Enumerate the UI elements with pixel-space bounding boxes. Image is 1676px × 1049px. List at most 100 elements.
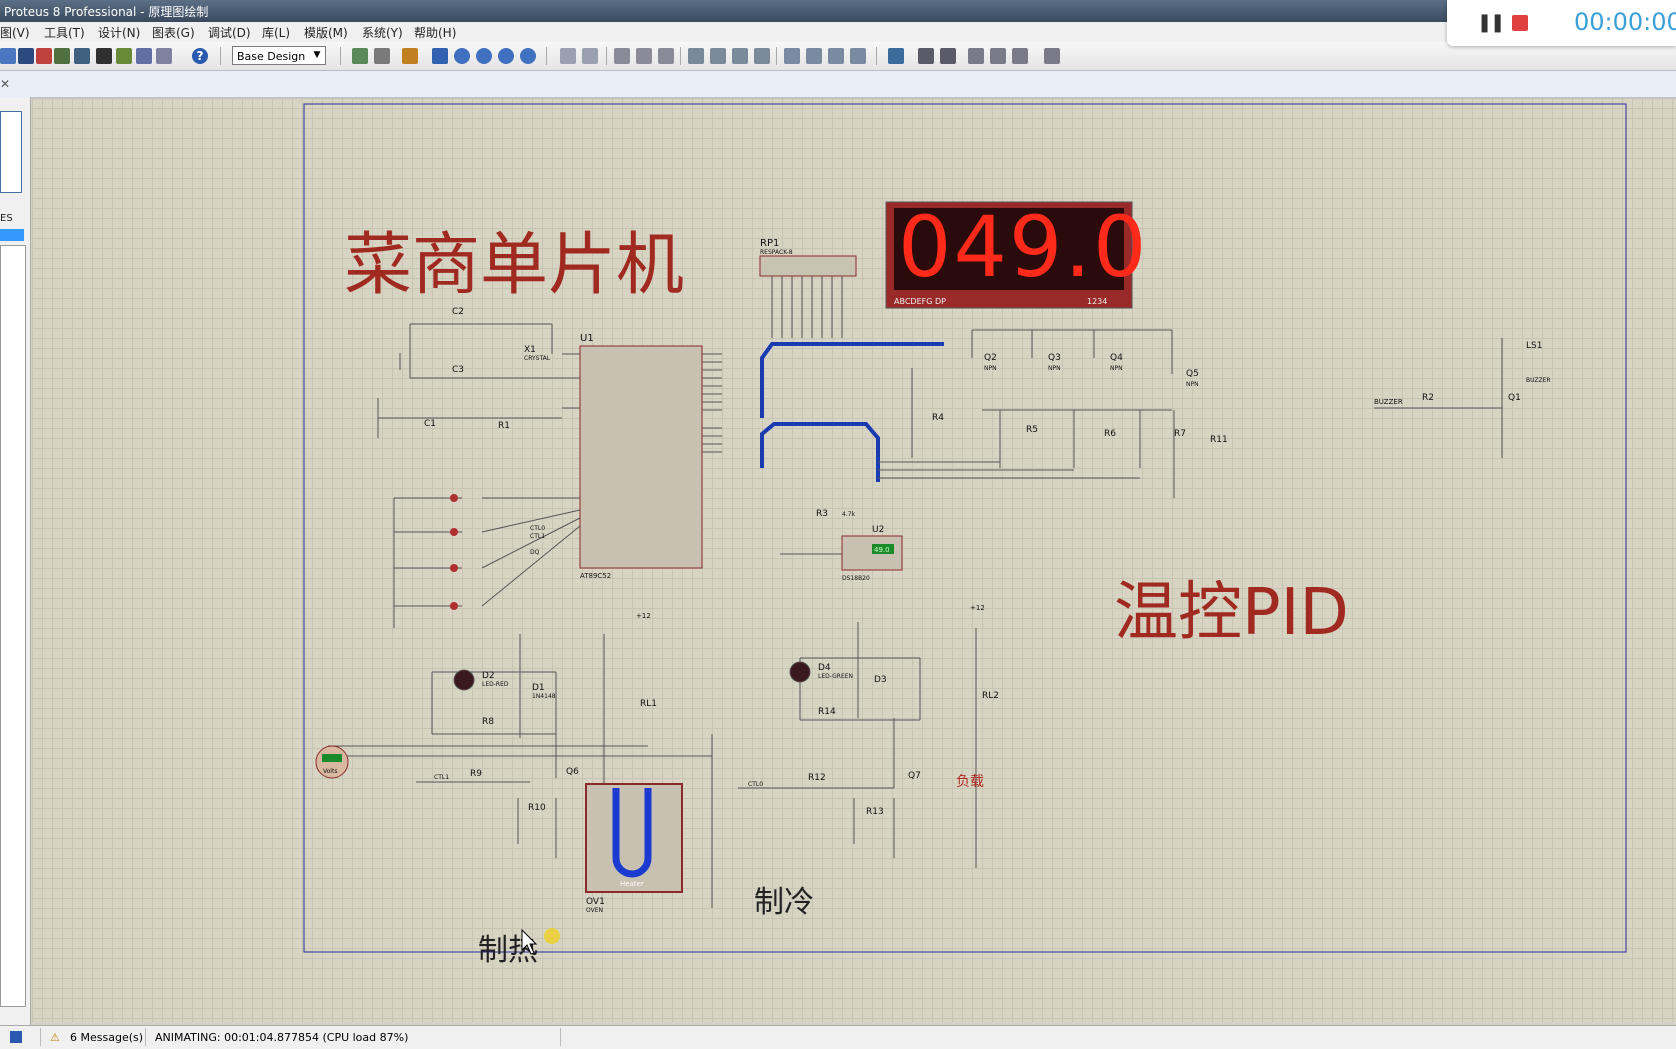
- message-count[interactable]: 6 Message(s): [70, 1031, 143, 1044]
- transistor-q5[interactable]: Q5 NPN: [1186, 369, 1199, 388]
- netlist-icon[interactable]: [136, 48, 152, 64]
- device-list[interactable]: [0, 245, 26, 1007]
- u2-reading: 49.0: [874, 546, 890, 554]
- q3-type: NPN: [1048, 365, 1061, 372]
- redo-icon[interactable]: [582, 48, 598, 64]
- exit-parent-icon[interactable]: [1012, 48, 1028, 64]
- cut-icon[interactable]: [614, 48, 630, 64]
- menu-tools[interactable]: 工具(T): [44, 24, 85, 41]
- pick-device-icon[interactable]: [784, 48, 800, 64]
- d2-ref: D2: [482, 671, 495, 681]
- mcu-u1[interactable]: U1 AT89C52: [562, 333, 722, 580]
- copy-icon[interactable]: [636, 48, 652, 64]
- overview-window[interactable]: [0, 111, 22, 193]
- wire-icon[interactable]: [0, 48, 16, 64]
- help-icon[interactable]: ?: [192, 48, 208, 64]
- schematic-canvas[interactable]: 菜商单片机 温控PID 制热 制冷 049.0 ABCDEFG DP 1234 …: [32, 98, 1676, 1022]
- block-rotate-icon[interactable]: [732, 48, 748, 64]
- refresh-icon[interactable]: [352, 48, 368, 64]
- resistor-pack-rp1[interactable]: RP1 RESPACK-8: [759, 238, 857, 338]
- seven-segment-display[interactable]: 049.0 ABCDEFG DP 1234: [885, 198, 1148, 309]
- zoom-in-icon[interactable]: [454, 48, 470, 64]
- menu-debug[interactable]: 调试(D): [208, 24, 251, 41]
- make-device-icon[interactable]: [806, 48, 822, 64]
- transistor-q2[interactable]: Q2 NPN: [984, 353, 997, 372]
- remove-sheet-icon[interactable]: [990, 48, 1006, 64]
- digit-drivers: [878, 329, 1175, 498]
- r2-ref: R2: [1422, 393, 1434, 403]
- page-icon[interactable]: [156, 48, 172, 64]
- design-select[interactable]: Base Design ▼: [232, 46, 326, 65]
- menu-bar: 图(V) 工具(T) 设计(N) 图表(G) 调试(D) 库(L) 模版(M) …: [0, 22, 1450, 43]
- zoom-area-icon[interactable]: [520, 48, 536, 64]
- zoom-out-icon[interactable]: [476, 48, 492, 64]
- led-d4[interactable]: [789, 661, 811, 683]
- display-caption-right: 1234: [1087, 297, 1107, 306]
- r4-ref: R4: [932, 413, 944, 423]
- key-buttons[interactable]: [393, 494, 581, 628]
- q4-ref: Q4: [1110, 353, 1123, 363]
- bill-of-materials-icon[interactable]: [1044, 48, 1060, 64]
- zoom-all-icon[interactable]: [498, 48, 514, 64]
- chip-icon[interactable]: [96, 48, 112, 64]
- toolbar-separator: [776, 47, 777, 65]
- device-list-selected[interactable]: [0, 229, 24, 241]
- menu-graph[interactable]: 图表(G): [152, 24, 195, 41]
- toolbar-separator: [606, 47, 607, 65]
- q5-type: NPN: [1186, 381, 1199, 388]
- voltmeter[interactable]: Volts: [315, 745, 349, 779]
- document-icon[interactable]: [116, 48, 132, 64]
- ctl1-label: CTL1: [434, 774, 449, 781]
- headline-text: 菜商单片机: [344, 226, 684, 305]
- block-move-icon[interactable]: [710, 48, 726, 64]
- d4-ref: D4: [818, 663, 831, 673]
- block-copy-icon[interactable]: [688, 48, 704, 64]
- stop-icon[interactable]: [36, 48, 52, 64]
- wire-autorouter-icon[interactable]: [888, 48, 904, 64]
- paste-icon[interactable]: [658, 48, 674, 64]
- d3-ref: D3: [874, 675, 887, 685]
- q4-type: NPN: [1110, 365, 1123, 372]
- packaging-icon[interactable]: [828, 48, 844, 64]
- component-icon[interactable]: [18, 48, 34, 64]
- menu-library[interactable]: 库(L): [262, 24, 290, 41]
- property-assign-icon[interactable]: [940, 48, 956, 64]
- undo-icon[interactable]: [560, 48, 576, 64]
- menu-view[interactable]: 图(V): [0, 24, 30, 41]
- ov1-ref: OV1: [586, 897, 605, 907]
- menu-design[interactable]: 设计(N): [98, 24, 140, 41]
- menu-template[interactable]: 模版(M): [304, 24, 348, 41]
- toolbar: ? Base Design ▼: [0, 42, 1676, 71]
- display-digits: 049.0: [898, 198, 1148, 296]
- tab-row: ✕: [0, 71, 1676, 98]
- warning-icon[interactable]: ⚠: [50, 1031, 60, 1044]
- toolbar-separator: [220, 47, 221, 65]
- menu-help[interactable]: 帮助(H): [414, 24, 456, 41]
- grid-icon[interactable]: [374, 48, 390, 64]
- rl1-ref: RL1: [640, 699, 657, 709]
- transistor-q3[interactable]: Q3 NPN: [1048, 353, 1061, 372]
- block-delete-icon[interactable]: [754, 48, 770, 64]
- new-sheet-icon[interactable]: [968, 48, 984, 64]
- buzzer-net-label: BUZZER: [1374, 398, 1403, 406]
- stop-record-button[interactable]: [1512, 15, 1528, 31]
- decompose-icon[interactable]: [850, 48, 866, 64]
- transistor-q4[interactable]: Q4 NPN: [1110, 353, 1123, 372]
- led-d2[interactable]: [453, 669, 475, 691]
- menu-system[interactable]: 系统(Y): [362, 24, 403, 41]
- q3-ref: Q3: [1048, 353, 1061, 363]
- gear-icon[interactable]: [74, 48, 90, 64]
- r12-ref: R12: [808, 773, 826, 783]
- buzzer-circuit[interactable]: BUZZER R2 Q1 LS1 BUZZER: [1374, 338, 1551, 458]
- pan-icon[interactable]: [432, 48, 448, 64]
- temperature-sensor-u2[interactable]: R3 4.7k U2 49.0 DS18B20: [780, 509, 903, 582]
- cool-label: 制冷: [754, 885, 814, 920]
- pause-icon[interactable]: ❚❚: [1477, 12, 1505, 33]
- oven-ov1[interactable]: Heater OV1 OVEN: [585, 783, 683, 914]
- ctl0-net: CTL0: [530, 525, 545, 532]
- search-icon[interactable]: [918, 48, 934, 64]
- back-icon[interactable]: [54, 48, 70, 64]
- origin-icon[interactable]: [402, 48, 418, 64]
- close-icon[interactable]: ✕: [0, 77, 10, 91]
- ov1-part: OVEN: [586, 907, 603, 914]
